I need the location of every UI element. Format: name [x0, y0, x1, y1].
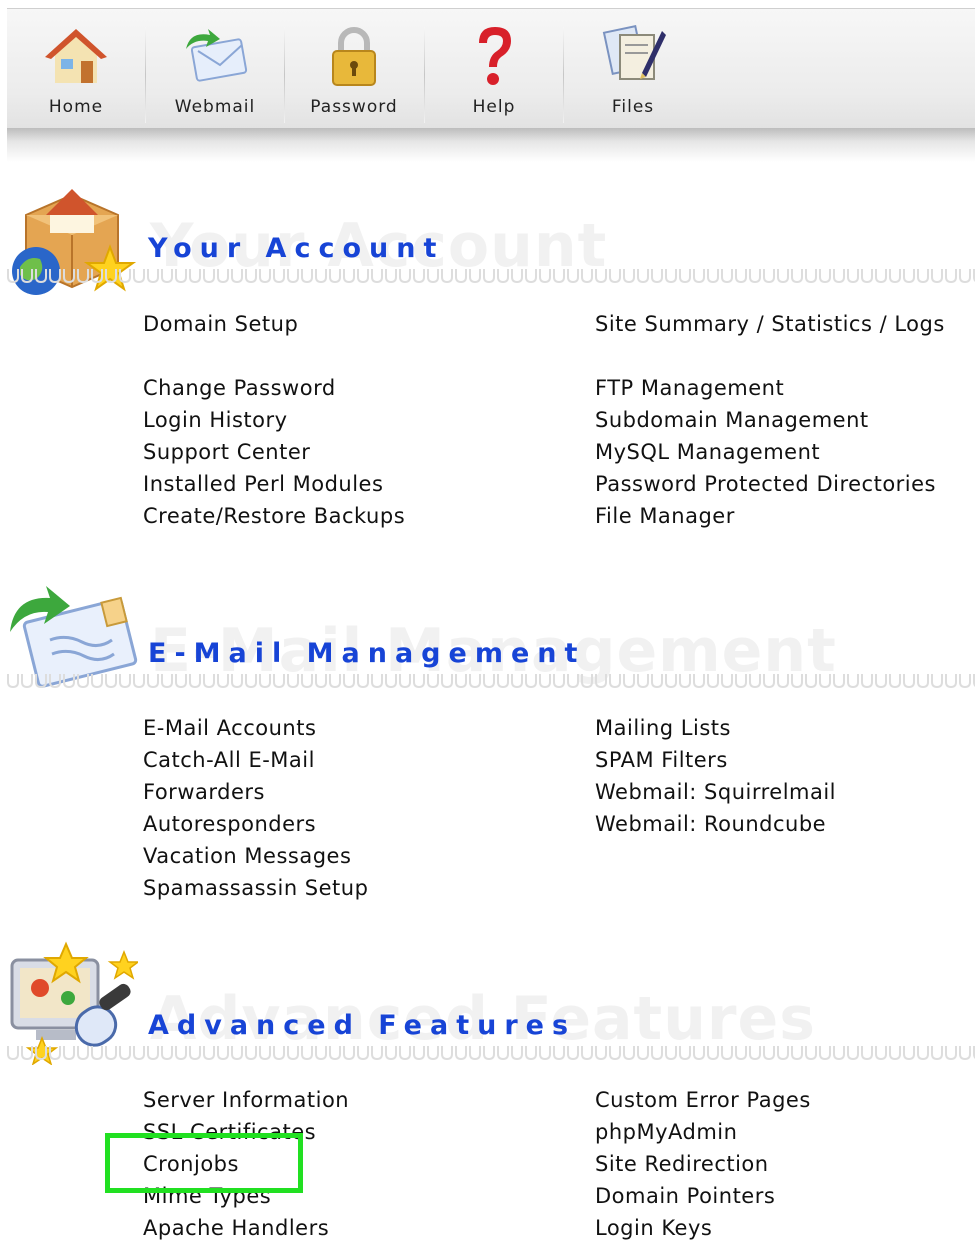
domain-setup-link[interactable]: Domain Setup: [143, 308, 405, 340]
home-icon: [45, 29, 107, 83]
email-management-section: E-Mail Management E-Mail Management E-Ma…: [0, 580, 975, 910]
your-account-section: Your Account Your Account Domain Setup C…: [0, 175, 975, 535]
mailing-lists-link[interactable]: Mailing Lists: [595, 712, 836, 744]
login-history-link[interactable]: Login History: [143, 404, 405, 436]
file-manager-link[interactable]: File Manager: [595, 500, 945, 532]
domain-pointers-link[interactable]: Domain Pointers: [595, 1180, 811, 1212]
change-password-link[interactable]: Change Password: [143, 372, 405, 404]
toolbar-webmail-label: Webmail: [174, 97, 256, 117]
autoresponders-link[interactable]: Autoresponders: [143, 808, 368, 840]
webmail-roundcube-link[interactable]: Webmail: Roundcube: [595, 808, 836, 840]
toolbar-files-button[interactable]: Files: [564, 9, 702, 129]
catch-all-email-link[interactable]: Catch-All E-Mail: [143, 744, 368, 776]
advanced-features-title: Advanced Features: [148, 1010, 577, 1041]
webmail-squirrelmail-link[interactable]: Webmail: Squirrelmail: [595, 776, 836, 808]
cronjobs-highlight-box: [105, 1133, 303, 1193]
your-account-title: Your Account: [148, 233, 445, 264]
apache-handlers-link[interactable]: Apache Handlers: [143, 1212, 349, 1244]
email-accounts-link[interactable]: E-Mail Accounts: [143, 712, 368, 744]
support-center-link[interactable]: Support Center: [143, 436, 405, 468]
webmail-icon: [186, 29, 248, 82]
vacation-messages-link[interactable]: Vacation Messages: [143, 840, 368, 872]
toolbar-home-label: Home: [48, 97, 104, 117]
spam-filters-link[interactable]: SPAM Filters: [595, 744, 836, 776]
toolbar-webmail-button[interactable]: Webmail: [146, 9, 284, 129]
toolbar-password-label: Password: [310, 97, 398, 117]
your-account-left-column: Domain Setup Change Password Login Histo…: [143, 308, 405, 532]
advanced-features-section: Advanced Features Advanced Features Serv…: [0, 940, 975, 1240]
toolbar-password-button[interactable]: Password: [285, 9, 423, 129]
section-divider: [6, 267, 975, 285]
email-management-right-column: Mailing Lists SPAM Filters Webmail: Squi…: [595, 712, 836, 840]
phpmyadmin-link[interactable]: phpMyAdmin: [595, 1116, 811, 1148]
server-information-link[interactable]: Server Information: [143, 1084, 349, 1116]
toolbar-help-label: Help: [472, 97, 516, 117]
advanced-features-right-column: Custom Error Pages phpMyAdmin Site Redir…: [595, 1084, 811, 1244]
files-icon: [602, 24, 666, 80]
login-keys-link[interactable]: Login Keys: [595, 1212, 811, 1244]
toolbar-files-label: Files: [611, 97, 655, 117]
email-management-left-column: E-Mail Accounts Catch-All E-Mail Forward…: [143, 712, 368, 904]
top-toolbar: Home Webmail Password Help Files: [7, 8, 975, 129]
forwarders-link[interactable]: Forwarders: [143, 776, 368, 808]
toolbar-help-button[interactable]: Help: [425, 9, 563, 129]
create-restore-backups-link[interactable]: Create/Restore Backups: [143, 500, 405, 532]
installed-perl-modules-link[interactable]: Installed Perl Modules: [143, 468, 405, 500]
spamassassin-setup-link[interactable]: Spamassassin Setup: [143, 872, 368, 904]
password-protected-directories-link[interactable]: Password Protected Directories: [595, 468, 945, 500]
question-mark-icon: [479, 27, 511, 85]
your-account-right-column: Site Summary / Statistics / Logs FTP Man…: [595, 308, 945, 532]
mysql-management-link[interactable]: MySQL Management: [595, 436, 945, 468]
section-divider: [6, 672, 975, 690]
ftp-management-link[interactable]: FTP Management: [595, 372, 945, 404]
site-summary-link[interactable]: Site Summary / Statistics / Logs: [595, 308, 945, 340]
padlock-icon: [332, 27, 376, 86]
custom-error-pages-link[interactable]: Custom Error Pages: [595, 1084, 811, 1116]
section-divider: [6, 1044, 975, 1062]
toolbar-shadow: [7, 128, 975, 162]
toolbar-home-button[interactable]: Home: [7, 9, 145, 129]
site-redirection-link[interactable]: Site Redirection: [595, 1148, 811, 1180]
email-management-title: E-Mail Management: [148, 638, 586, 669]
subdomain-management-link[interactable]: Subdomain Management: [595, 404, 945, 436]
